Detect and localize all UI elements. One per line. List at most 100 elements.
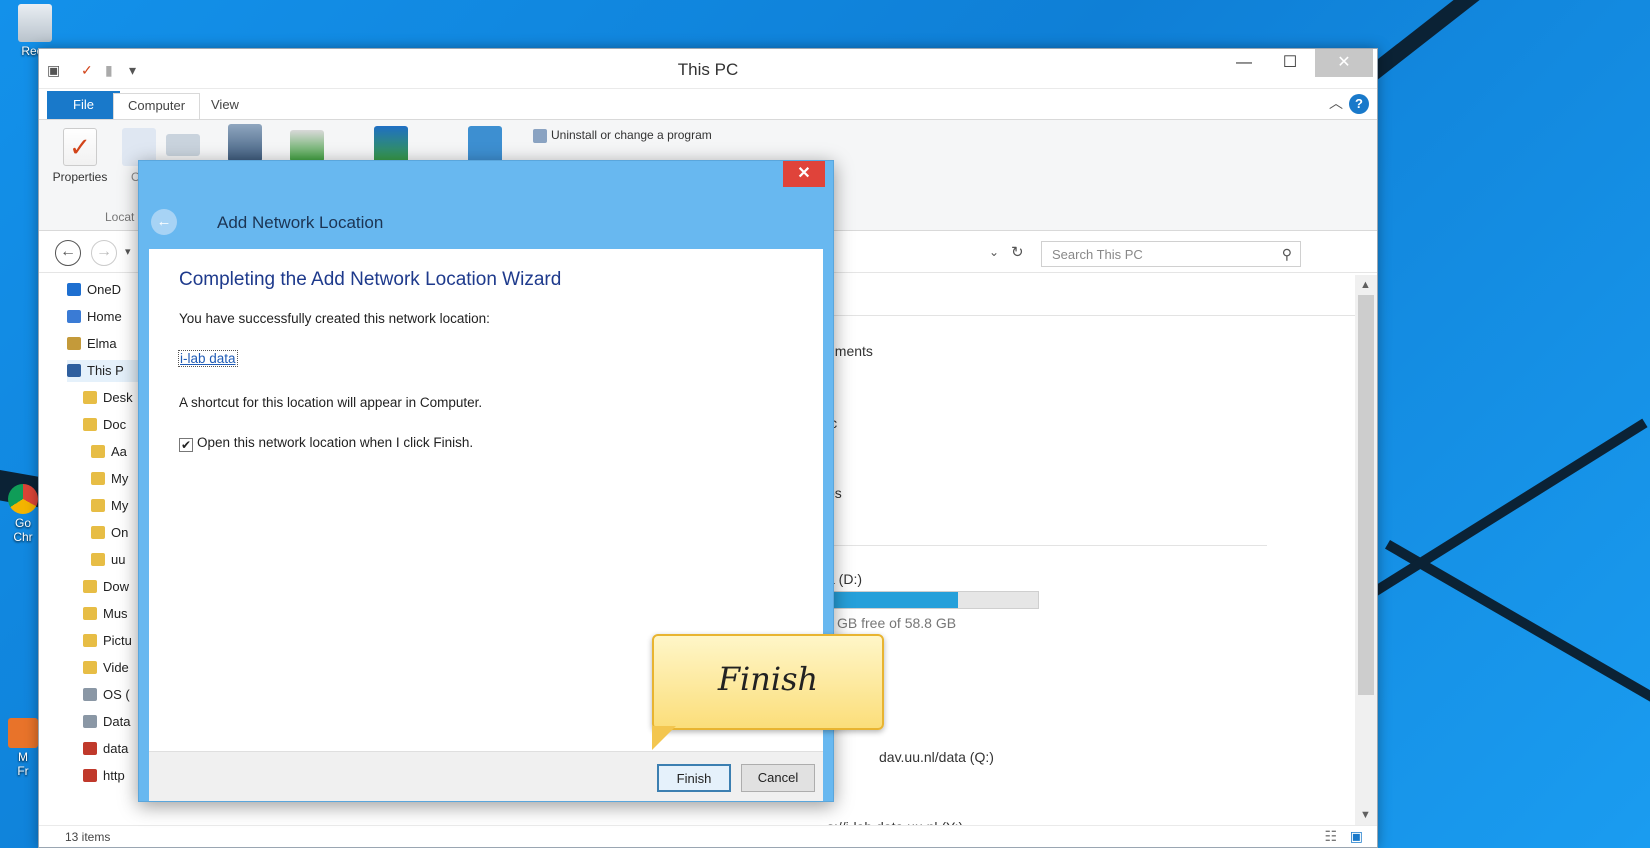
- rename-icon: [166, 134, 200, 156]
- nav-item[interactable]: Elma: [67, 333, 149, 355]
- dialog-close-button[interactable]: ✕: [783, 161, 825, 187]
- drive-d-free-space: GB free of 58.8 GB: [837, 615, 957, 631]
- folder-icon: [91, 472, 105, 485]
- tab-file[interactable]: File: [47, 91, 120, 119]
- nav-item-label: Mus: [103, 606, 128, 621]
- cloud-icon: [67, 283, 81, 296]
- network-location-link[interactable]: i-lab data: [178, 350, 238, 367]
- folder-icon: [83, 580, 97, 593]
- nav-item[interactable]: Home: [67, 306, 149, 328]
- status-bar: 13 items ☷ ▣: [39, 825, 1377, 847]
- network-drive-q[interactable]: dav.uu.nl/data (Q:): [879, 749, 994, 765]
- search-placeholder: Search This PC: [1052, 247, 1143, 262]
- search-icon: ⚲: [1281, 246, 1292, 262]
- window-title: This PC: [677, 60, 739, 79]
- navigation-pane: OneD Home Elma This P Desk Doc Aa My My On uu Dow Mu…: [39, 275, 149, 825]
- minimize-button[interactable]: —: [1221, 49, 1267, 77]
- nav-item-label: Elma: [87, 336, 117, 351]
- wallpaper-streak: [1385, 540, 1650, 719]
- access-media-icon: [228, 124, 262, 162]
- nav-item-label: Vide: [103, 660, 129, 675]
- wizard-heading: Completing the Add Network Location Wiza…: [179, 269, 562, 290]
- recent-locations-icon[interactable]: ▾: [125, 245, 131, 258]
- search-input[interactable]: Search This PC ⚲: [1041, 241, 1301, 267]
- collapse-ribbon-icon[interactable]: ︿: [1329, 93, 1343, 113]
- uninstall-label: Uninstall or change a program: [551, 128, 712, 142]
- tab-view[interactable]: View: [197, 93, 253, 119]
- drive-icon: [83, 715, 97, 728]
- nav-item-label: http: [103, 768, 125, 783]
- callout-pointer: [652, 726, 676, 750]
- help-icon[interactable]: ?: [1349, 94, 1369, 114]
- uninstall-program-button[interactable]: Uninstall or change a program: [533, 128, 712, 143]
- tab-computer[interactable]: Computer: [113, 93, 201, 119]
- nav-item[interactable]: This P: [67, 360, 149, 382]
- checkbox-label: Open this network location when I click …: [197, 435, 474, 450]
- finish-button[interactable]: Finish: [657, 764, 731, 792]
- address-dropdown-icon[interactable]: ⌄: [989, 245, 999, 259]
- scrollbar-thumb[interactable]: [1358, 295, 1374, 695]
- folder-icon: [83, 661, 97, 674]
- checkbox-check-icon[interactable]: ✔: [179, 438, 193, 452]
- nav-item-label: OS (: [103, 687, 130, 702]
- drive-d-usage-bar: [827, 591, 1039, 609]
- nav-item-label: On: [111, 525, 129, 540]
- title-bar: ▣ ✓ ▮ ▾ This PC — ☐ ✕: [39, 49, 1377, 89]
- scroll-down-icon[interactable]: ▼: [1360, 809, 1371, 821]
- properties-button[interactable]: ✓ Properties: [47, 128, 113, 184]
- folder-icon: [83, 607, 97, 620]
- drive-icon: [83, 688, 97, 701]
- section-divider: [827, 545, 1267, 546]
- settings-icon: [468, 126, 502, 164]
- folder-icon: [91, 499, 105, 512]
- drive-d-usage-fill: [828, 592, 959, 608]
- folder-icon: [91, 553, 105, 566]
- nav-item-label: Pictu: [103, 633, 132, 648]
- open-location-checkbox[interactable]: ✔ Open this network location when I click…: [179, 435, 473, 452]
- nav-item-label: Doc: [103, 417, 127, 432]
- rename-button[interactable]: [163, 128, 203, 160]
- folder-icon: [91, 445, 105, 458]
- network-drive-icon: [83, 742, 97, 755]
- vertical-scrollbar[interactable]: ▲ ▼: [1355, 275, 1377, 825]
- user-icon: [67, 337, 81, 350]
- add-network-location-icon: [374, 126, 408, 164]
- shortcut-message: A shortcut for this location will appear…: [179, 395, 483, 410]
- section-divider: [827, 315, 1355, 316]
- success-message: You have successfully created this netwo…: [179, 311, 490, 326]
- properties-label: Properties: [52, 170, 108, 184]
- large-icons-view-icon[interactable]: ▣: [1350, 828, 1363, 845]
- location-group-label: Locat: [105, 210, 135, 224]
- uninstall-icon: [533, 128, 547, 143]
- nav-item-label: Data: [103, 714, 131, 729]
- finish-callout: Finish: [652, 634, 884, 730]
- nav-item-label: This P: [87, 363, 124, 378]
- cancel-button[interactable]: Cancel: [741, 764, 815, 792]
- nav-item-label: Dow: [103, 579, 130, 594]
- item-count: 13 items: [65, 830, 111, 844]
- nav-item-label: uu: [111, 552, 126, 567]
- close-button[interactable]: ✕: [1315, 49, 1373, 77]
- scroll-up-icon[interactable]: ▲: [1360, 279, 1371, 291]
- nav-item[interactable]: OneD: [67, 279, 149, 301]
- computer-icon: [67, 364, 81, 377]
- nav-item-label: Desk: [103, 390, 133, 405]
- back-button[interactable]: ←: [55, 240, 81, 266]
- dialog-back-button[interactable]: ←: [151, 209, 177, 235]
- callout-text: Finish: [717, 660, 819, 698]
- folder-icon: [83, 418, 97, 431]
- folder-icon: [91, 526, 105, 539]
- maximize-button[interactable]: ☐: [1267, 49, 1313, 77]
- properties-icon: ✓: [63, 128, 97, 166]
- network-drive-icon: [83, 769, 97, 782]
- forward-button[interactable]: →: [91, 240, 117, 266]
- folder-icon: [83, 634, 97, 647]
- folder-icon: [83, 391, 97, 404]
- dialog-footer: Finish Cancel: [149, 751, 823, 801]
- nav-item-label: Home: [87, 309, 122, 324]
- nav-item-label: Aa: [111, 444, 127, 459]
- details-view-icon[interactable]: ☷: [1324, 828, 1337, 845]
- nav-item-label: My: [111, 471, 129, 486]
- refresh-icon[interactable]: ↻: [1011, 243, 1024, 261]
- map-network-drive-icon: [290, 130, 324, 162]
